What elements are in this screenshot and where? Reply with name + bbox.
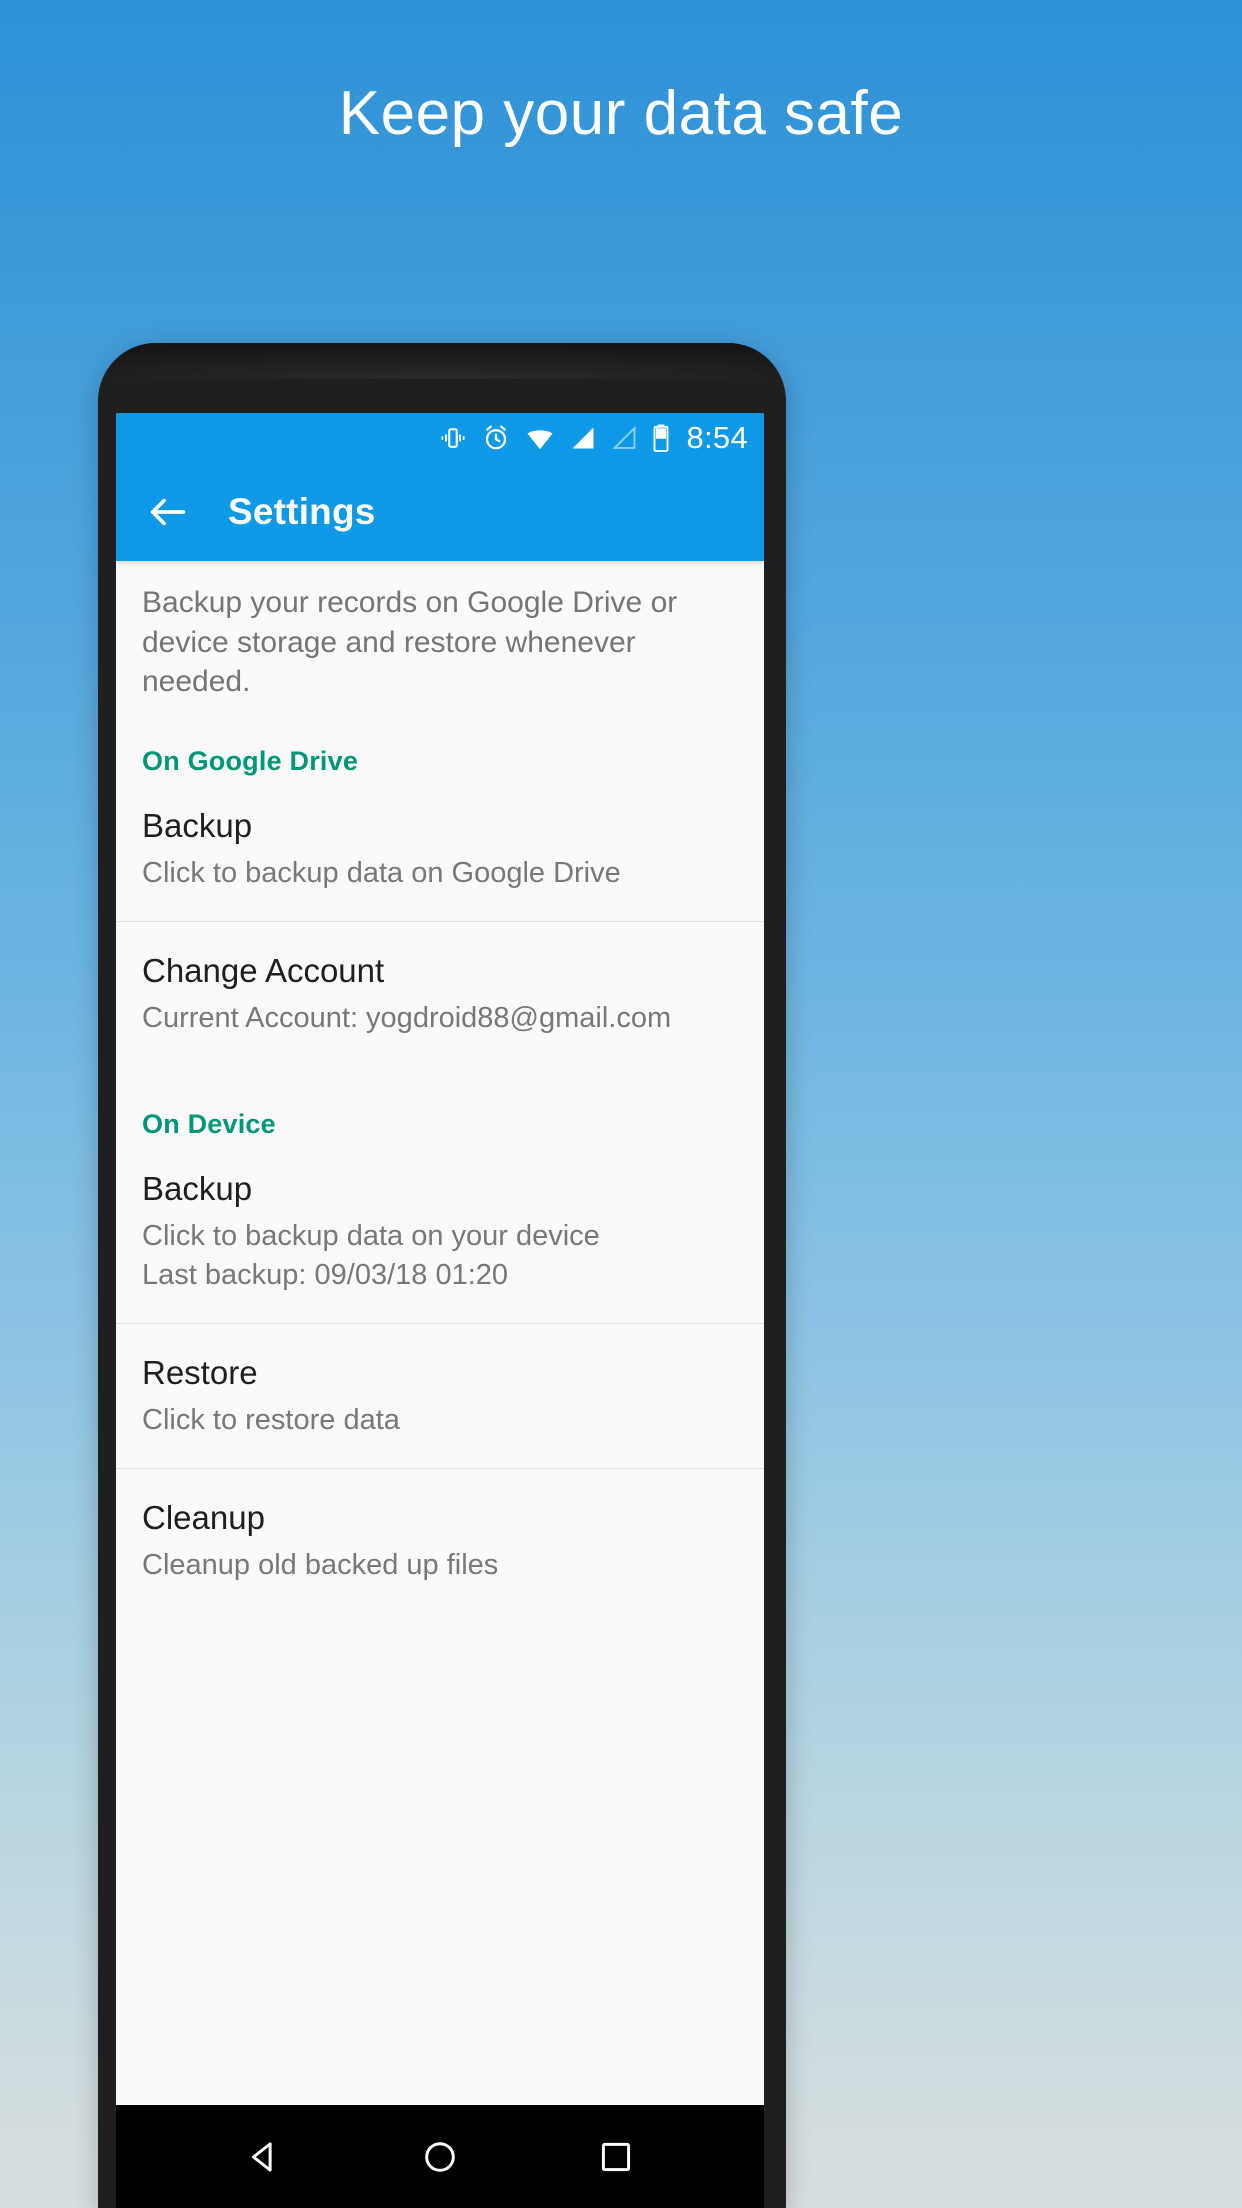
list-item-drive-backup[interactable]: Backup Click to backup data on Google Dr… <box>116 777 764 921</box>
section-header-google-drive: On Google Drive <box>142 745 359 776</box>
section-header-on-device: On Device <box>142 1109 276 1140</box>
list-item-title: Change Account <box>142 951 385 989</box>
intro-description: Backup your records on Google Drive or d… <box>142 586 678 699</box>
list-item-subtitle: Click to restore data <box>142 1403 400 1436</box>
phone-screen: 8:54 Settings Backup your records on Goo… <box>116 413 764 2208</box>
list-item-subtitle: Click to backup data on Google Drive <box>142 856 621 889</box>
back-triangle-icon[interactable] <box>224 2117 304 2197</box>
list-item-device-backup[interactable]: Backup Click to backup data on your devi… <box>116 1140 764 1323</box>
list-item-restore[interactable]: Restore Click to restore data <box>116 1324 764 1468</box>
recents-square-icon[interactable] <box>576 2117 656 2197</box>
status-bar-clock: 8:54 <box>686 420 748 455</box>
android-navigation-bar <box>116 2105 764 2208</box>
status-bar-icons <box>438 423 671 453</box>
list-item-title: Backup <box>142 806 253 844</box>
back-arrow-icon[interactable] <box>142 486 194 538</box>
status-bar: 8:54 <box>116 413 764 463</box>
list-item-title: Restore <box>142 1354 258 1392</box>
signal-empty-icon <box>610 424 638 452</box>
alarm-icon <box>481 423 511 453</box>
list-item-cleanup[interactable]: Cleanup Cleanup old backed up files <box>116 1469 764 1613</box>
page-title: Keep your data safe <box>338 79 904 148</box>
home-circle-icon[interactable] <box>400 2117 480 2197</box>
battery-icon <box>651 423 671 453</box>
list-item-title: Backup <box>142 1170 253 1208</box>
list-item-title: Cleanup <box>142 1498 265 1536</box>
list-item-last-backup: Last backup: 09/03/18 01:20 <box>142 1259 509 1292</box>
settings-list[interactable]: Backup your records on Google Drive or d… <box>116 561 764 2105</box>
app-bar-title: Settings <box>228 491 376 532</box>
vibrate-icon <box>438 423 468 453</box>
app-bar: Settings <box>116 463 764 561</box>
list-item-subtitle: Current Account: yogdroid88@gmail.com <box>142 1001 672 1034</box>
signal-full-icon <box>569 424 597 452</box>
list-item-subtitle: Cleanup old backed up files <box>142 1548 499 1581</box>
wifi-icon <box>524 423 556 453</box>
list-item-subtitle: Click to backup data on your device <box>142 1220 600 1253</box>
list-item-change-account[interactable]: Change Account Current Account: yogdroid… <box>116 922 764 1066</box>
phone-mockup-frame: 8:54 Settings Backup your records on Goo… <box>98 343 786 2208</box>
